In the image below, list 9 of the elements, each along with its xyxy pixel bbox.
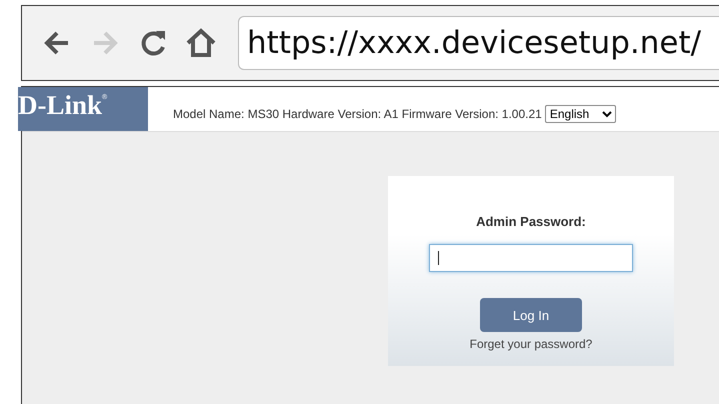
address-bar[interactable]: https://xxxx.devicesetup.net/ <box>238 16 719 70</box>
brand-logo: D-Link$^{®}$ <box>18 87 148 131</box>
login-button[interactable]: Log In <box>480 298 582 332</box>
device-info: Model Name: MS30 Hardware Version: A1 Firmware Version: 1.00.21 <box>173 107 542 121</box>
home-icon[interactable] <box>184 26 218 60</box>
password-field[interactable] <box>429 244 633 272</box>
password-label: Admin Password: <box>476 214 586 229</box>
language-select[interactable]: English <box>544 105 616 123</box>
forgot-password-link[interactable]: Forget your password? <box>470 337 592 351</box>
